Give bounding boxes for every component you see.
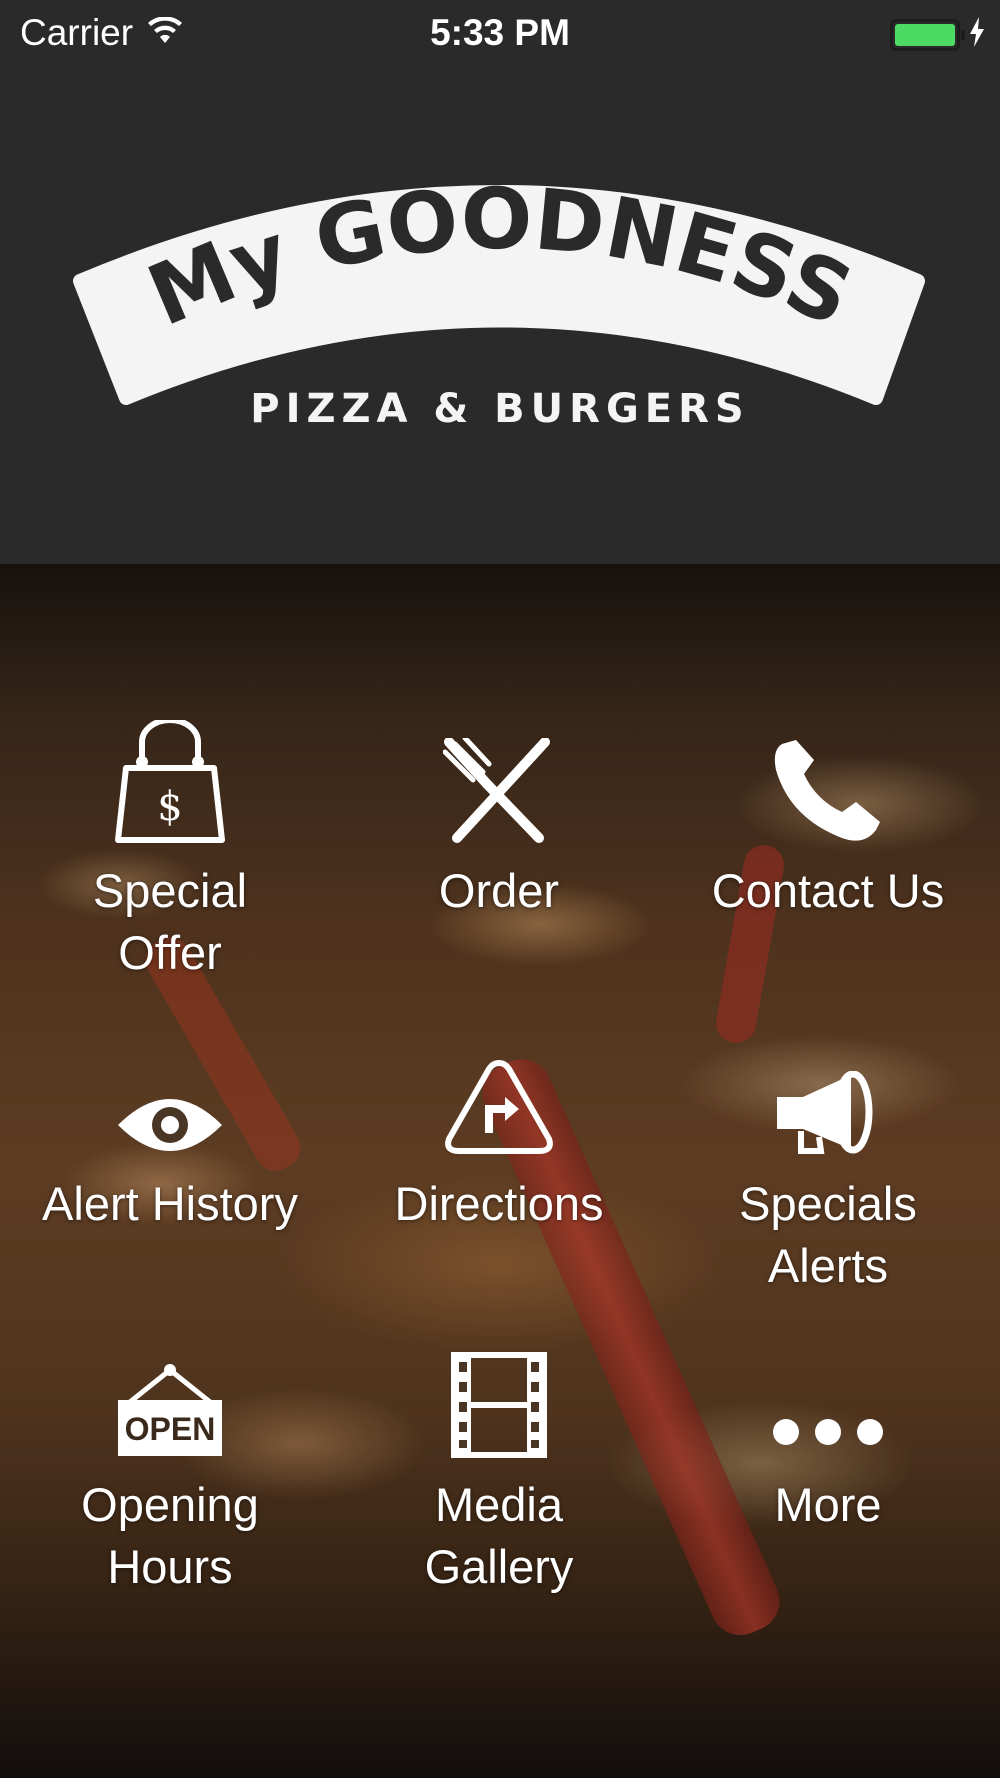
- menu-item-label: Directions: [394, 1177, 604, 1230]
- menu-item-label: Alert History: [42, 1177, 298, 1230]
- menu-item-special-offer[interactable]: $ Special Offer: [5, 720, 335, 984]
- phone-icon: [772, 726, 884, 844]
- menu-item-order[interactable]: Order: [334, 726, 664, 922]
- menu-item-label: Media Gallery: [424, 1478, 574, 1593]
- status-bar: Carrier 5:33 PM: [0, 0, 1000, 68]
- shopping-bag-dollar-icon: $: [114, 720, 226, 844]
- more-dots-icon: [772, 1340, 884, 1458]
- header: My GOODNESS PIZZA & BURGERS: [0, 68, 1000, 564]
- menu-item-label: Special Offer: [92, 864, 248, 979]
- menu-item-contact-us[interactable]: Contact Us: [663, 726, 993, 922]
- status-left: Carrier: [20, 12, 183, 54]
- menu-item-directions[interactable]: Directions: [334, 1039, 664, 1235]
- menu-grid: $ Special Offer Order Contact Us Alert H…: [0, 564, 1000, 1778]
- film-strip-icon: [451, 1340, 547, 1458]
- directions-sign-icon: [443, 1039, 555, 1157]
- menu-item-alert-history[interactable]: Alert History: [5, 1039, 335, 1235]
- carrier-label: Carrier: [20, 12, 134, 53]
- charging-bolt-icon: [968, 17, 986, 52]
- open-sign-icon: OPEN: [114, 1340, 226, 1458]
- menu-item-media-gallery[interactable]: Media Gallery: [334, 1340, 664, 1598]
- menu-item-label: Opening Hours: [81, 1478, 259, 1593]
- menu-item-label: Specials Alerts: [739, 1177, 917, 1292]
- status-right: [890, 17, 986, 52]
- wifi-icon: [147, 15, 183, 50]
- eye-icon: [116, 1039, 224, 1157]
- battery-icon: [890, 18, 965, 51]
- menu-item-more[interactable]: More: [663, 1340, 993, 1536]
- svg-text:$: $: [157, 784, 182, 830]
- menu-item-label: Order: [438, 864, 560, 917]
- menu-item-label: Contact Us: [711, 864, 945, 917]
- menu-item-specials-alerts[interactable]: Specials Alerts: [663, 1039, 993, 1297]
- svg-text:OPEN: OPEN: [125, 1411, 216, 1447]
- fork-knife-icon: [443, 726, 555, 844]
- megaphone-icon: [773, 1039, 883, 1157]
- logo: My GOODNESS: [73, 170, 925, 405]
- menu-item-label: More: [774, 1478, 882, 1531]
- menu-item-opening-hours[interactable]: OPEN Opening Hours: [5, 1340, 335, 1598]
- main-content: $ Special Offer Order Contact Us Alert H…: [0, 564, 1000, 1778]
- logo-tagline: PIZZA & BURGERS: [250, 386, 750, 432]
